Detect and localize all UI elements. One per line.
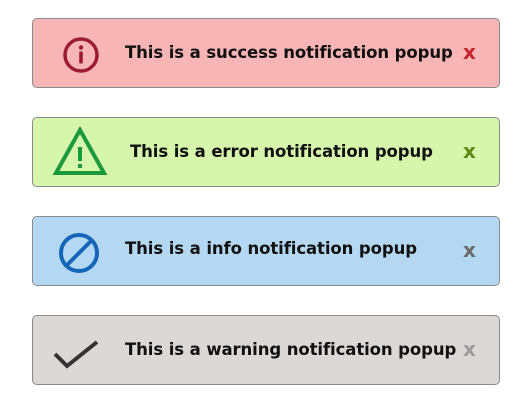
error-notification-popup: This is a error notification popup x bbox=[32, 117, 500, 187]
close-button[interactable]: x bbox=[463, 217, 476, 285]
info-notification-popup: This is a info notification popup x bbox=[32, 216, 500, 286]
close-button[interactable]: x bbox=[463, 316, 476, 384]
warning-triangle-icon bbox=[52, 126, 108, 175]
prohibited-circle-icon bbox=[59, 233, 99, 273]
notification-message: This is a success notification popup bbox=[125, 43, 453, 62]
notification-message: This is a info notification popup bbox=[125, 239, 417, 258]
notification-message: This is a error notification popup bbox=[130, 142, 433, 161]
warning-notification-popup: This is a warning notification popup x bbox=[32, 315, 500, 385]
close-button[interactable]: x bbox=[463, 19, 476, 87]
notification-message: This is a warning notification popup bbox=[125, 340, 457, 359]
close-button[interactable]: x bbox=[463, 118, 476, 186]
info-circle-icon bbox=[63, 37, 99, 73]
success-notification-popup: This is a success notification popup x bbox=[32, 18, 500, 88]
checkmark-icon bbox=[53, 340, 99, 369]
